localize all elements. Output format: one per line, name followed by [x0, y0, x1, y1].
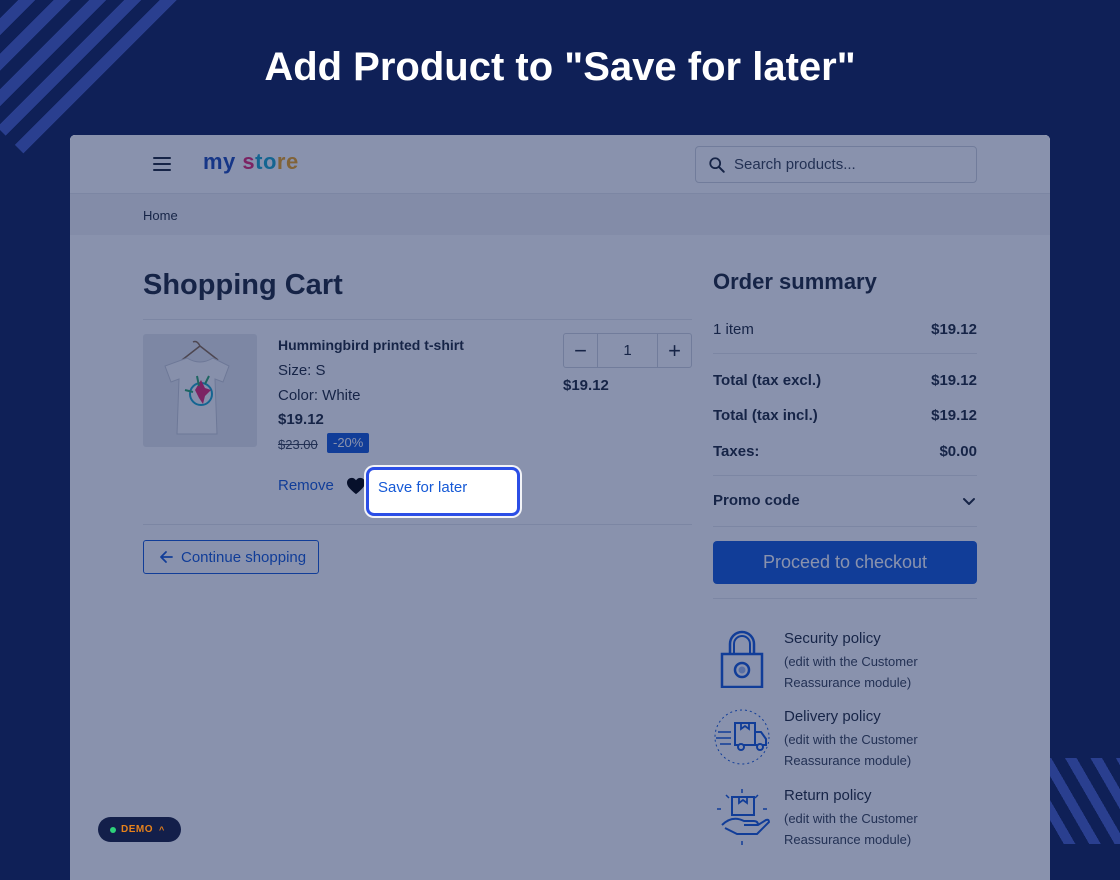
divider	[713, 353, 977, 354]
discount-badge: -20%	[327, 433, 370, 453]
logo-part: my	[203, 149, 236, 174]
product-name[interactable]: Hummingbird printed t-shirt	[278, 337, 464, 353]
product-image[interactable]	[143, 334, 257, 447]
quantity-value[interactable]: 1	[598, 334, 657, 367]
quantity-increase-button[interactable]: +	[657, 334, 691, 367]
summary-items-value: $19.12	[931, 321, 977, 338]
summary-total-incl-row: Total (tax incl.) $19.12	[713, 407, 977, 424]
search-box[interactable]	[695, 146, 977, 183]
logo-part: s	[235, 149, 256, 174]
divider	[713, 475, 977, 476]
divider	[713, 598, 977, 599]
summary-total-excl-row: Total (tax excl.) $19.12	[713, 372, 977, 389]
summary-total-excl-value: $19.12	[931, 372, 977, 389]
search-icon	[709, 156, 725, 173]
proceed-to-checkout-button[interactable]: Proceed to checkout	[713, 541, 977, 584]
continue-shopping-button[interactable]: Continue shopping	[143, 540, 319, 574]
summary-total-incl-label: Total (tax incl.)	[713, 407, 818, 424]
reassurance-description: (edit with the Customer Reassurance modu…	[784, 654, 918, 690]
logo-part: re	[276, 149, 299, 174]
store-logo[interactable]: my store	[203, 149, 299, 175]
reassurance-title: Return policy	[784, 787, 872, 804]
summary-taxes-value: $0.00	[939, 443, 977, 460]
hamburger-menu-icon[interactable]	[153, 157, 171, 171]
lock-icon	[720, 630, 764, 688]
search-input[interactable]	[734, 156, 964, 173]
decorative-stripes-bottom-right	[1050, 758, 1120, 844]
logo-part: to	[255, 149, 277, 174]
store-screenshot-frame: my store Home Shopping Cart Hummingbird …	[70, 135, 1050, 880]
summary-taxes-row: Taxes: $0.00	[713, 443, 977, 460]
demo-label: DEMO	[121, 824, 153, 835]
status-dot-icon	[110, 826, 116, 833]
chevron-up-icon: ^	[159, 824, 165, 835]
quantity-stepper: − 1 +	[563, 333, 692, 368]
cart-title: Shopping Cart	[143, 269, 343, 301]
reassurance-title: Delivery policy	[784, 708, 881, 725]
chevron-down-icon	[963, 497, 975, 505]
page-heading: Add Product to "Save for later"	[264, 45, 856, 89]
product-old-price: $23.00	[278, 437, 318, 452]
divider	[143, 524, 692, 525]
delivery-truck-icon	[714, 709, 770, 765]
return-box-icon	[717, 789, 770, 845]
product-price: $19.12	[278, 411, 324, 428]
promo-code-label: Promo code	[713, 492, 800, 509]
tshirt-image	[164, 340, 230, 435]
site-header: my store	[70, 135, 1050, 194]
summary-items-row: 1 item $19.12	[713, 321, 977, 338]
continue-shopping-label: Continue shopping	[181, 548, 307, 566]
divider	[143, 319, 692, 320]
promo-code-toggle[interactable]: Promo code	[713, 492, 977, 509]
line-total: $19.12	[563, 377, 609, 394]
product-color: Color: White	[278, 387, 361, 404]
reassurance-description: (edit with the Customer Reassurance modu…	[784, 811, 918, 847]
demo-badge[interactable]: DEMO ^	[98, 817, 181, 842]
breadcrumb-home[interactable]: Home	[143, 208, 178, 223]
summary-total-incl-value: $19.12	[931, 407, 977, 424]
remove-link[interactable]: Remove	[278, 477, 334, 494]
arrow-left-icon	[160, 551, 173, 563]
product-size: Size: S	[278, 362, 326, 379]
heart-icon[interactable]	[346, 477, 366, 495]
quantity-decrease-button[interactable]: −	[564, 334, 598, 367]
summary-total-excl-label: Total (tax excl.)	[713, 372, 822, 389]
reassurance-description: (edit with the Customer Reassurance modu…	[784, 732, 918, 768]
summary-taxes-label: Taxes:	[713, 443, 760, 460]
reassurance-title: Security policy	[784, 630, 881, 647]
summary-items-label: 1 item	[713, 321, 754, 338]
order-summary-title: Order summary	[713, 269, 877, 294]
divider	[713, 526, 977, 527]
save-for-later-button[interactable]: Save for later	[366, 467, 520, 516]
breadcrumb: Home	[70, 194, 1050, 235]
